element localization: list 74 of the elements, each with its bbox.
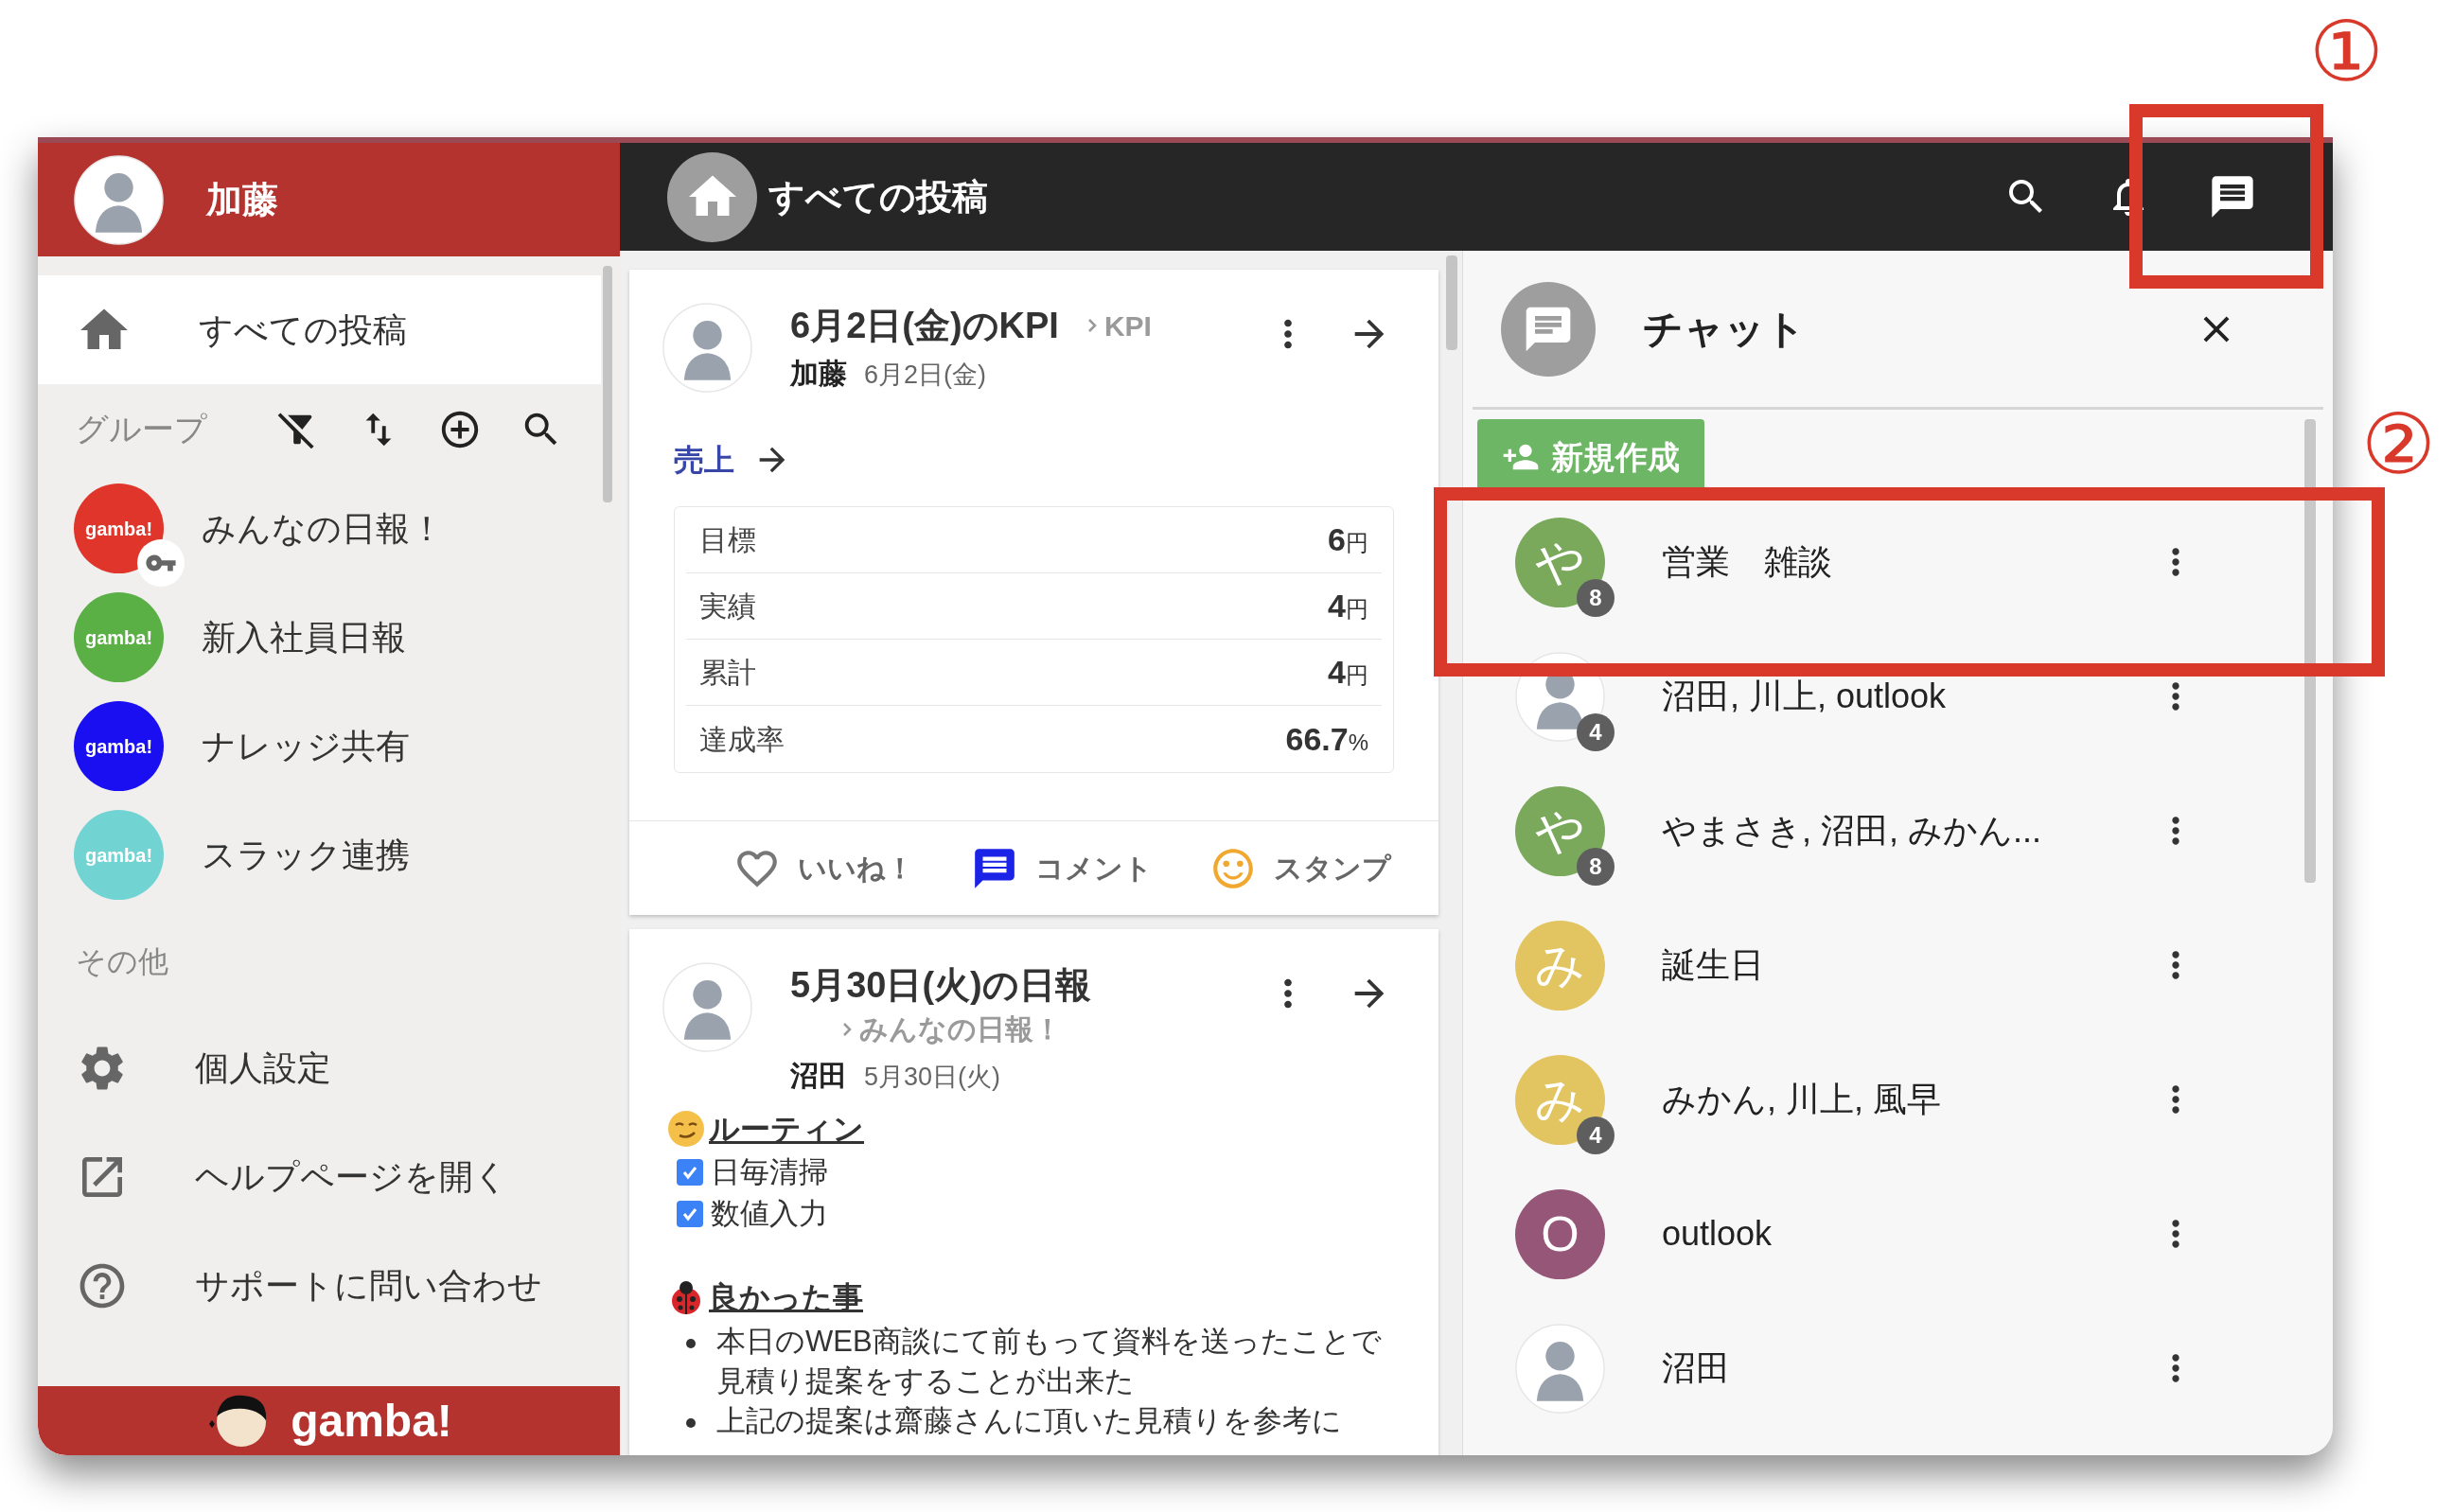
count-badge: 8 (1577, 578, 1615, 617)
smirk-face-icon (667, 1110, 705, 1148)
author-name: 沼田 (790, 1059, 847, 1093)
kpi-label: 達成率 (699, 722, 785, 757)
chat-room-item[interactable]: 4 沼田, 川上, outlook (1477, 629, 2291, 764)
reaction-button[interactable]: スタンプ (1209, 844, 1391, 892)
post-title[interactable]: 5月30日(火)の日報 (790, 962, 1266, 1008)
group-name: ナレッジ共有 (202, 725, 410, 767)
room-name: やまさき, 沼田, みかん... (1662, 810, 2042, 852)
menu-item[interactable]: 個人設定 (38, 1013, 620, 1122)
group-logo: gamba! (74, 810, 164, 900)
post-title[interactable]: 6月2日(金)のKPI (790, 303, 1059, 348)
chevron-right-icon (842, 1021, 852, 1037)
kpi-label: 目標 (699, 523, 756, 557)
group-item[interactable]: gamba! 新入社員日報 (38, 583, 601, 692)
room-name: 沼田 (1662, 1347, 1731, 1389)
group-item[interactable]: gamba! みんなの日報！ (38, 474, 601, 583)
chat-room-item[interactable]: み 4 みかん, 川上, 風早 (1477, 1032, 2291, 1167)
group-logo: gamba! (74, 701, 164, 791)
kpi-value: 4円 (1328, 587, 1368, 625)
menu-item[interactable]: ヘルプページを開く (38, 1122, 620, 1231)
room-name: outlook (1662, 1213, 1774, 1255)
menu-item[interactable]: サポートに問い合わせ (38, 1231, 620, 1340)
count-badge: 8 (1577, 847, 1615, 886)
checkbox[interactable] (677, 1201, 703, 1227)
post-date: 6月2日(金) (864, 360, 986, 391)
chevron-right-icon (1086, 318, 1097, 333)
bullet-text: 上記の提案は齋藤さんに頂いた見積りを参考に (716, 1403, 1342, 1439)
author-name: 加藤 (790, 357, 847, 391)
chat-room-item[interactable]: み 誕生日 (1477, 898, 2291, 1032)
kpi-value: 66.7% (1285, 719, 1368, 759)
group-item[interactable]: gamba! ナレッジ共有 (38, 692, 601, 800)
bullet-icon (686, 1418, 696, 1428)
section-heading: 良かった事 (709, 1279, 863, 1316)
group-item[interactable]: gamba! スラック連携 (38, 800, 601, 909)
checklist-text: 日毎清掃 (711, 1153, 828, 1190)
room-name: みかん, 川上, 風早 (1662, 1079, 1942, 1120)
count-badge: 4 (1577, 712, 1615, 751)
group-name: 新入社員日報 (202, 616, 406, 659)
logo-text: gamba! (291, 1394, 452, 1448)
kpi-label: 累計 (699, 656, 756, 690)
bullet-icon (686, 1339, 696, 1348)
room-name: 誕生日 (1662, 944, 1765, 986)
room-name: 沼田, 川上, outlook (1662, 676, 1948, 717)
reaction-button[interactable]: コメント (971, 844, 1153, 892)
section-heading: グループ (76, 410, 208, 448)
room-avatar: み (1515, 920, 1605, 1011)
checklist-text: 数値入力 (711, 1195, 828, 1232)
kpi-value: 4円 (1328, 653, 1368, 692)
group-name: スラック連携 (202, 834, 410, 876)
user-name: 加藤 (206, 178, 278, 221)
bullet-text: 本日のWEB商談にて前もって資料を送ったことで見積り提案をすることが出来た (716, 1324, 1383, 1399)
kpi-value: 6円 (1328, 520, 1368, 559)
reaction-button[interactable]: いいね！ (733, 844, 914, 892)
room-avatar: O (1515, 1188, 1605, 1279)
annotation-number: ① (2309, 5, 2384, 99)
section-heading: その他 (76, 943, 168, 980)
page-title: すべての投稿 (768, 175, 989, 219)
group-logo: gamba! (74, 592, 164, 682)
chat-room-item[interactable]: 沼田 (1477, 1301, 2291, 1435)
panel-title: チャット (1643, 306, 1807, 353)
annotation-number: ② (2361, 397, 2436, 492)
group-name: みんなの日報！ (202, 507, 444, 550)
chat-room-item[interactable]: や 8 やまさき, 沼田, みかん... (1477, 764, 2291, 898)
chat-room-item[interactable]: や 8 営業 雑談 (1477, 495, 2291, 629)
kpi-link[interactable]: 売上 (674, 437, 734, 483)
room-name: 営業 雑談 (1662, 541, 1833, 583)
post-date: 5月30日(火) (864, 1062, 1001, 1093)
section-heading: ルーティン (709, 1111, 864, 1148)
chat-room-item[interactable]: O outlook (1477, 1167, 2291, 1301)
count-badge: 4 (1577, 1116, 1615, 1154)
checkbox[interactable] (677, 1159, 703, 1186)
nav-item[interactable]: すべての投稿 (38, 275, 601, 384)
kpi-label: 実績 (699, 589, 756, 624)
